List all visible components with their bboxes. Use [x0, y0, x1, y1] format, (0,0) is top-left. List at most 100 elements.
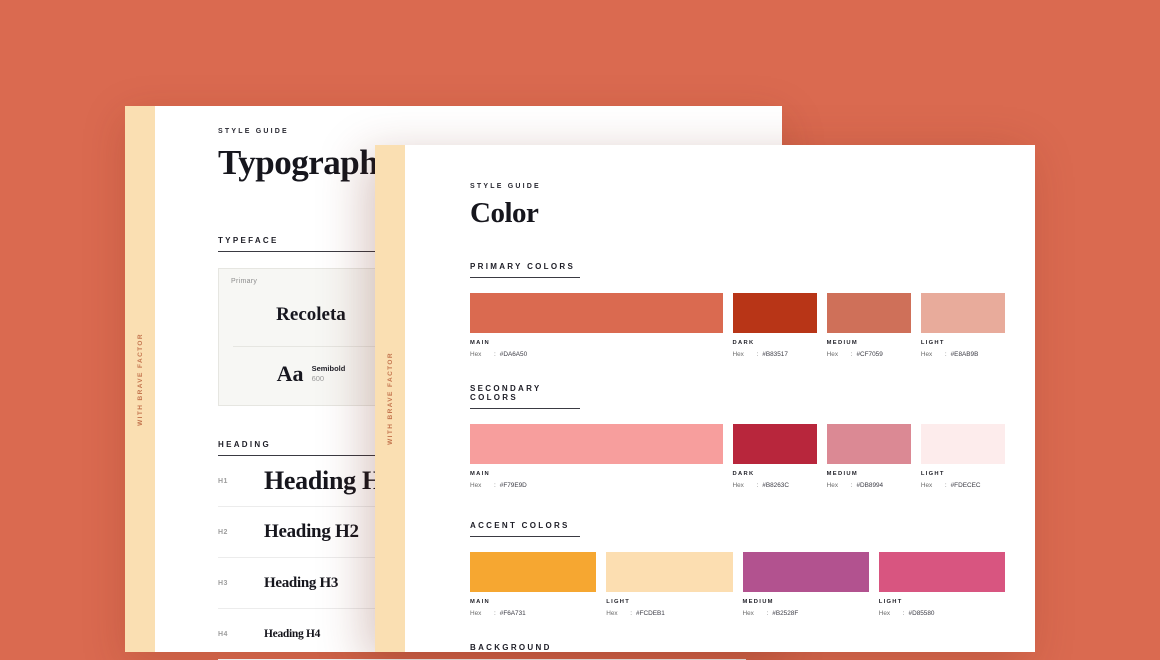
color-groups-list: PRIMARY COLORS MAIN Hex: #DA6A50 DARK Hex: #B8… [470, 256, 1006, 652]
swatch-meta: MAIN Hex: #F6A731 [470, 599, 596, 617]
color-group: BACKGROUND COLORS [470, 643, 1005, 652]
color-swatch[interactable] [732, 424, 817, 464]
typeface-card-tag: Primary [231, 278, 258, 285]
color-swatch[interactable] [470, 293, 723, 333]
swatch-hex-separator: : [766, 610, 769, 617]
color-swatch[interactable] [920, 424, 1006, 464]
color-page-sheet: WITH BRAVE FACTOR STYLE GUIDE Color PRIM… [375, 145, 1035, 652]
swatch-hex-separator: : [850, 351, 853, 358]
color-page-body: STYLE GUIDE Color PRIMARY COLORS MAIN Hex:… [405, 145, 1035, 652]
color-swatch[interactable] [920, 293, 1006, 333]
typography-eyebrow: STYLE GUIDE [218, 128, 289, 135]
typeface-card-divider [233, 346, 389, 347]
swatch-hex-key: Hex [742, 610, 754, 617]
swatch-name: MAIN [470, 471, 491, 477]
swatch-meta: LIGHT Hex: #D85580 [879, 599, 1005, 617]
swatch-meta: LIGHT Hex: #FDECEC [921, 471, 1005, 489]
swatch-meta: MEDIUM Hex: #B2528F [743, 599, 869, 617]
swatch-meta: DARK Hex: #B8263C [733, 471, 817, 489]
color-group-label: ACCENT COLORS [470, 521, 580, 537]
typeface-specimen: Aa [276, 361, 304, 386]
color-swatch[interactable] [878, 552, 1005, 592]
heading-row-tag: H4 [218, 630, 228, 638]
color-swatch[interactable] [742, 552, 869, 592]
sidebar-brand-text: WITH BRAVE FACTOR [386, 352, 394, 445]
color-swatch[interactable] [826, 424, 911, 464]
swatch-meta: DARK Hex: #B83517 [733, 340, 817, 358]
swatch-hex-value: #F6A731 [499, 610, 526, 617]
color-group: PRIMARY COLORS MAIN Hex: #DA6A50 DARK Hex: #B8… [470, 256, 1006, 358]
swatch-hex-row: Hex: #B2528F [743, 610, 869, 617]
swatch-name: LIGHT [920, 471, 945, 477]
color-swatch[interactable] [732, 293, 817, 333]
swatch-hex-key: Hex [826, 351, 839, 358]
color-group: ACCENT COLORS MAIN Hex: #F6A731 LIGHT Hex: #FC… [470, 515, 1005, 617]
swatch-hex-separator: : [850, 482, 853, 489]
swatch-hex-row: Hex: #E8AB9B [921, 351, 1005, 358]
swatch-hex-row: Hex: #CF7059 [827, 351, 911, 358]
swatch-meta: LIGHT Hex: #FCDEB1 [606, 599, 732, 617]
swatch-row [470, 424, 1006, 464]
swatch-name: DARK [732, 340, 755, 346]
swatch-hex-separator: : [756, 482, 759, 489]
swatch-hex-value: #FDECEC [950, 482, 981, 489]
swatch-hex-key: Hex [732, 351, 744, 358]
heading-row-tag: H1 [218, 477, 228, 485]
swatch-name: LIGHT [878, 599, 903, 605]
swatch-hex-separator: : [944, 351, 947, 358]
swatch-hex-key: Hex [878, 610, 891, 617]
sidebar-brand-text: WITH BRAVE FACTOR [136, 332, 144, 426]
swatch-name: LIGHT [920, 340, 945, 346]
swatch-meta: MEDIUM Hex: #CF7059 [827, 340, 911, 358]
color-group-label: PRIMARY COLORS [470, 262, 580, 278]
swatch-name: DARK [732, 471, 755, 477]
swatch-hex-separator: : [630, 610, 633, 617]
swatch-name: MEDIUM [826, 471, 858, 477]
swatch-hex-key: Hex [470, 610, 482, 617]
heading-row-tag: H2 [218, 528, 228, 536]
swatch-hex-row: Hex: #B83517 [733, 351, 817, 358]
color-eyebrow: STYLE GUIDE [470, 183, 541, 190]
heading-row-sample: Heading H4 [264, 628, 321, 640]
swatch-name: MAIN [470, 599, 491, 605]
swatch-meta: MAIN Hex: #DA6A50 [470, 340, 723, 358]
swatch-hex-separator: : [944, 482, 947, 489]
swatch-hex-value: #B2528F [772, 610, 799, 617]
swatch-hex-row: Hex: #F79E9D [470, 482, 723, 489]
swatch-hex-row: Hex: #B8263C [733, 482, 817, 489]
swatch-hex-row: Hex: #DB8994 [827, 482, 911, 489]
swatch-meta-row: MAIN Hex: #DA6A50 DARK Hex: #B83517 MEDIUM Hex:… [470, 340, 1005, 358]
swatch-meta: MAIN Hex: #F79E9D [470, 471, 723, 489]
swatch-hex-key: Hex [826, 482, 839, 489]
swatch-hex-row: Hex: #F6A731 [470, 610, 596, 617]
swatch-hex-separator: : [902, 610, 905, 617]
swatch-hex-key: Hex [920, 482, 933, 489]
color-group-label: SECONDARY COLORS [470, 384, 580, 409]
swatch-row [470, 293, 1006, 333]
heading-row-tag: H3 [218, 579, 228, 587]
swatch-hex-value: #D85580 [908, 610, 935, 617]
color-sidebar-strip: WITH BRAVE FACTOR [375, 145, 405, 652]
swatch-name: MEDIUM [742, 599, 774, 605]
typeface-weight-value: 600 [311, 374, 325, 383]
swatch-hex-value: #FCDEB1 [636, 610, 665, 617]
color-swatch[interactable] [826, 293, 911, 333]
color-swatch[interactable] [606, 552, 733, 592]
swatch-hex-separator: : [494, 351, 496, 358]
typeface-font-name: Recoleta [276, 304, 346, 325]
swatch-hex-value: #F79E9D [499, 482, 527, 489]
heading-row-sample: Heading H3 [264, 574, 339, 591]
swatch-row [470, 552, 1005, 592]
typeface-weight-name: Semibold [311, 363, 346, 373]
swatch-hex-key: Hex [732, 482, 744, 489]
swatch-hex-separator: : [494, 482, 496, 489]
color-group-label: BACKGROUND COLORS [470, 643, 580, 652]
swatch-meta-row: MAIN Hex: #F6A731 LIGHT Hex: #FCDEB1 MEDIUM Hex… [470, 599, 1005, 617]
color-swatch[interactable] [470, 552, 597, 592]
swatch-meta: LIGHT Hex: #E8AB9B [921, 340, 1005, 358]
swatch-meta: MEDIUM Hex: #DB8994 [827, 471, 911, 489]
color-page-title: Color [470, 197, 539, 229]
color-swatch[interactable] [470, 424, 723, 464]
typeface-weight-block: Semibold 600 [312, 364, 346, 384]
swatch-hex-key: Hex [606, 610, 618, 617]
